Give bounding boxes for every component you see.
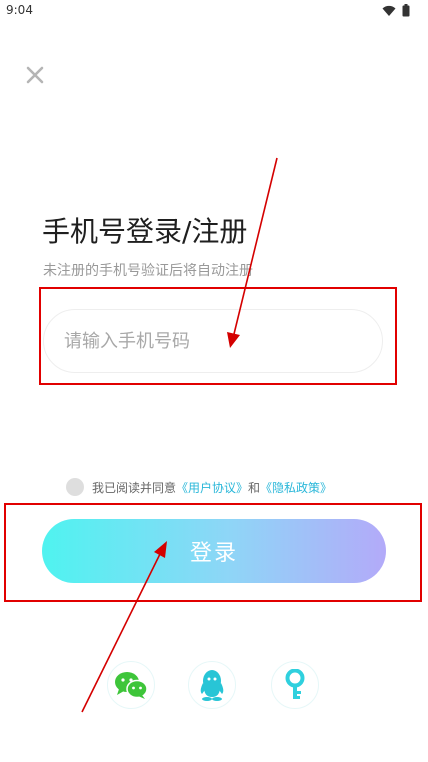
close-icon — [26, 66, 44, 84]
agree-checkbox[interactable] — [66, 478, 84, 496]
privacy-policy-link[interactable]: 《隐私政策》 — [260, 479, 332, 496]
status-time: 9:04 — [6, 3, 33, 17]
login-button[interactable]: 登录 — [42, 519, 386, 583]
status-bar: 9:04 — [0, 0, 428, 22]
wechat-login-button[interactable] — [107, 661, 155, 709]
page-subtitle: 未注册的手机号验证后将自动注册 — [43, 263, 253, 279]
status-icons — [382, 4, 410, 17]
agreement-row: 我已阅读并同意 《用户协议》 和 《隐私政策》 — [66, 477, 332, 497]
key-icon — [285, 669, 305, 699]
close-button[interactable] — [22, 62, 48, 88]
wifi-icon — [382, 5, 396, 16]
battery-icon — [402, 4, 410, 17]
key-login-button[interactable] — [271, 661, 319, 709]
qq-icon — [200, 670, 224, 701]
user-agreement-link[interactable]: 《用户协议》 — [176, 479, 248, 496]
qq-login-button[interactable] — [188, 661, 236, 709]
agreement-prefix: 我已阅读并同意 — [92, 480, 177, 495]
page-title: 手机号登录/注册 — [42, 215, 248, 248]
phone-input[interactable] — [43, 309, 383, 373]
agreement-conjunction: 和 — [248, 480, 261, 495]
annotation-arrows — [81, 157, 278, 713]
wechat-icon — [115, 672, 148, 699]
